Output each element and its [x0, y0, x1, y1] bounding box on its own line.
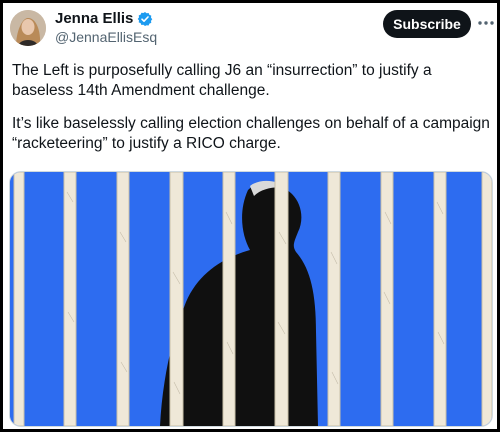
- tweet-header: Jenna Ellis @JennaEllisEsq Subscribe: [3, 3, 497, 53]
- subscribe-button[interactable]: Subscribe: [383, 10, 471, 38]
- tweet-paragraph-1: The Left is purposefully calling J6 an “…: [12, 62, 432, 99]
- user-handle[interactable]: @JennaEllisEsq: [55, 29, 157, 45]
- tweet-card: Jenna Ellis @JennaEllisEsq Subscribe The…: [0, 0, 500, 432]
- bars-silhouette-image: [10, 172, 492, 426]
- avatar-photo-icon: [10, 10, 46, 46]
- display-name[interactable]: Jenna Ellis: [55, 10, 133, 27]
- more-horizontal-icon[interactable]: [477, 13, 495, 33]
- name-row: Jenna Ellis: [55, 10, 153, 27]
- verified-badge-icon: [137, 11, 153, 27]
- tweet-text: The Left is purposefully calling J6 an “…: [12, 61, 490, 167]
- tweet-paragraph-2: It’s like baselessly calling election ch…: [12, 115, 490, 152]
- avatar[interactable]: [10, 10, 46, 46]
- tweet-media-image[interactable]: [9, 171, 493, 427]
